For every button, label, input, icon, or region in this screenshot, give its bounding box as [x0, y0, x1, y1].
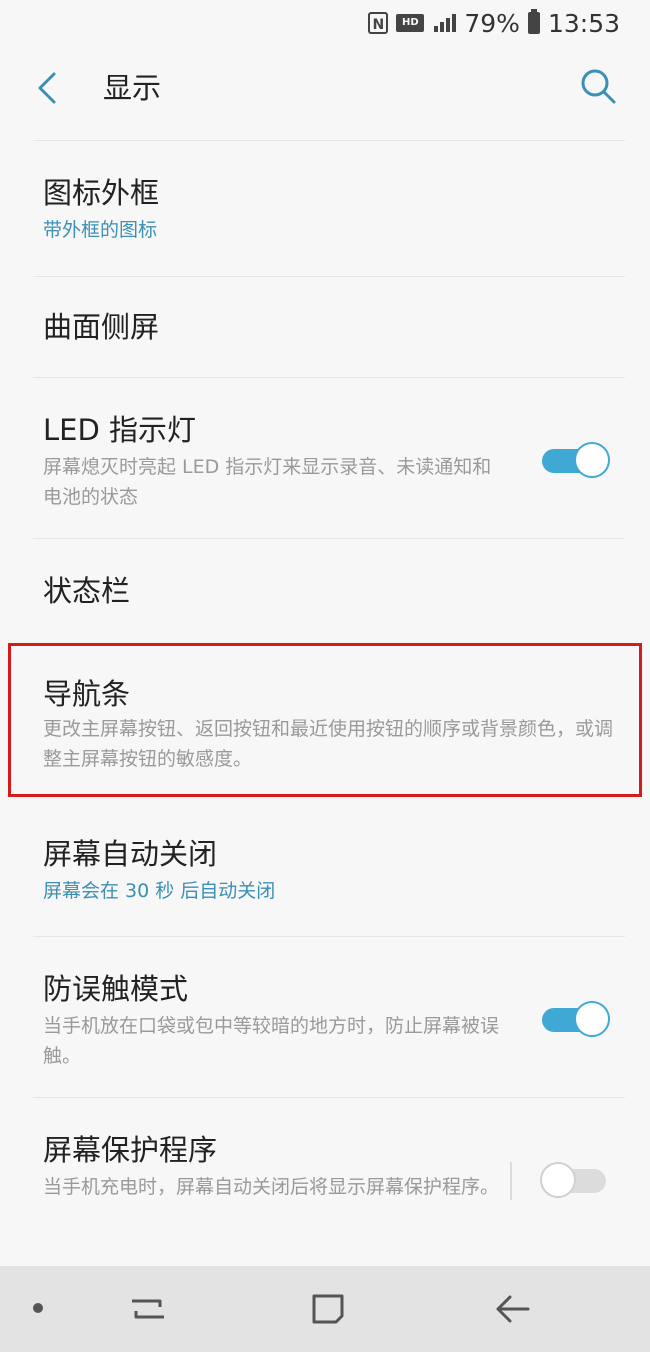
setting-led-indicator[interactable]: LED 指示灯 屏幕熄灭时亮起 LED 指示灯来显示录音、未读通知和电池的状态 — [0, 378, 650, 538]
setting-title: 状态栏 — [43, 574, 131, 608]
battery-icon — [527, 9, 540, 34]
setting-navigation-bar[interactable]: 导航条 更改主屏幕按钮、返回按钮和最近使用按钮的顺序或背景颜色，或调整主屏幕按钮… — [0, 646, 650, 796]
setting-edge-screen[interactable]: 曲面侧屏 — [0, 277, 650, 377]
setting-screen-timeout[interactable]: 屏幕自动关闭 屏幕会在 30 秒 后自动关闭 — [0, 800, 650, 936]
signal-icon — [432, 12, 457, 34]
setting-title: LED 指示灯 — [43, 413, 197, 447]
status-bar: N HD 79% 13:53 — [0, 0, 650, 46]
setting-title: 曲面侧屏 — [43, 310, 160, 344]
page-title: 显示 — [103, 71, 162, 105]
battery-percent: 79% — [464, 8, 520, 38]
setting-subtitle: 当手机放在口袋或包中等较暗的地方时，防止屏幕被误触。 — [43, 1015, 500, 1067]
back-button[interactable] — [30, 66, 70, 110]
status-icons: N HD 79% 13:53 — [368, 8, 620, 38]
led-indicator-toggle[interactable] — [540, 440, 610, 480]
setting-status-bar[interactable]: 状态栏 — [0, 539, 650, 639]
toggle-thumb — [574, 1001, 610, 1037]
home-icon — [312, 1294, 344, 1324]
setting-title: 屏幕自动关闭 — [43, 837, 218, 871]
toggle-thumb — [540, 1162, 576, 1198]
setting-subtitle: 屏幕会在 30 秒 后自动关闭 — [43, 880, 276, 902]
setting-title: 图标外框 — [43, 176, 160, 210]
setting-subtitle: 屏幕熄灭时亮起 LED 指示灯来显示录音、未读通知和电池的状态 — [43, 456, 492, 508]
setting-subtitle: 更改主屏幕按钮、返回按钮和最近使用按钮的顺序或背景颜色，或调整主屏幕按钮的敏感度… — [43, 718, 614, 770]
setting-title: 导航条 — [43, 677, 131, 711]
recents-icon — [132, 1299, 164, 1319]
recents-button[interactable] — [118, 1286, 178, 1332]
back-nav-button[interactable] — [482, 1286, 542, 1332]
app-bar: 显示 — [0, 46, 650, 130]
dot-icon — [33, 1303, 43, 1313]
navigation-bar — [0, 1266, 650, 1352]
setting-screensaver[interactable]: 屏幕保护程序 当手机充电时，屏幕自动关闭后将显示屏幕保护程序。 — [0, 1098, 650, 1264]
back-icon — [496, 1295, 530, 1323]
setting-icon-frame[interactable]: 图标外框 带外框的图标 — [0, 141, 650, 276]
screensaver-toggle[interactable] — [540, 1160, 610, 1200]
nfc-icon: N — [368, 12, 389, 34]
hd-icon: HD — [396, 14, 425, 32]
setting-accidental-touch[interactable]: 防误触模式 当手机放在口袋或包中等较暗的地方时，防止屏幕被误触。 — [0, 937, 650, 1097]
setting-title: 屏幕保护程序 — [43, 1133, 218, 1167]
accidental-touch-toggle[interactable] — [540, 999, 610, 1039]
clock: 13:53 — [547, 8, 620, 38]
search-button[interactable] — [576, 64, 620, 108]
home-button[interactable] — [298, 1286, 358, 1332]
vertical-separator — [510, 1162, 512, 1200]
back-arrow-icon — [38, 72, 56, 104]
setting-title: 防误触模式 — [43, 972, 189, 1006]
setting-subtitle: 当手机充电时，屏幕自动关闭后将显示屏幕保护程序。 — [43, 1176, 500, 1198]
setting-subtitle: 带外框的图标 — [43, 219, 158, 241]
search-icon — [581, 69, 616, 104]
toggle-thumb — [574, 442, 610, 478]
